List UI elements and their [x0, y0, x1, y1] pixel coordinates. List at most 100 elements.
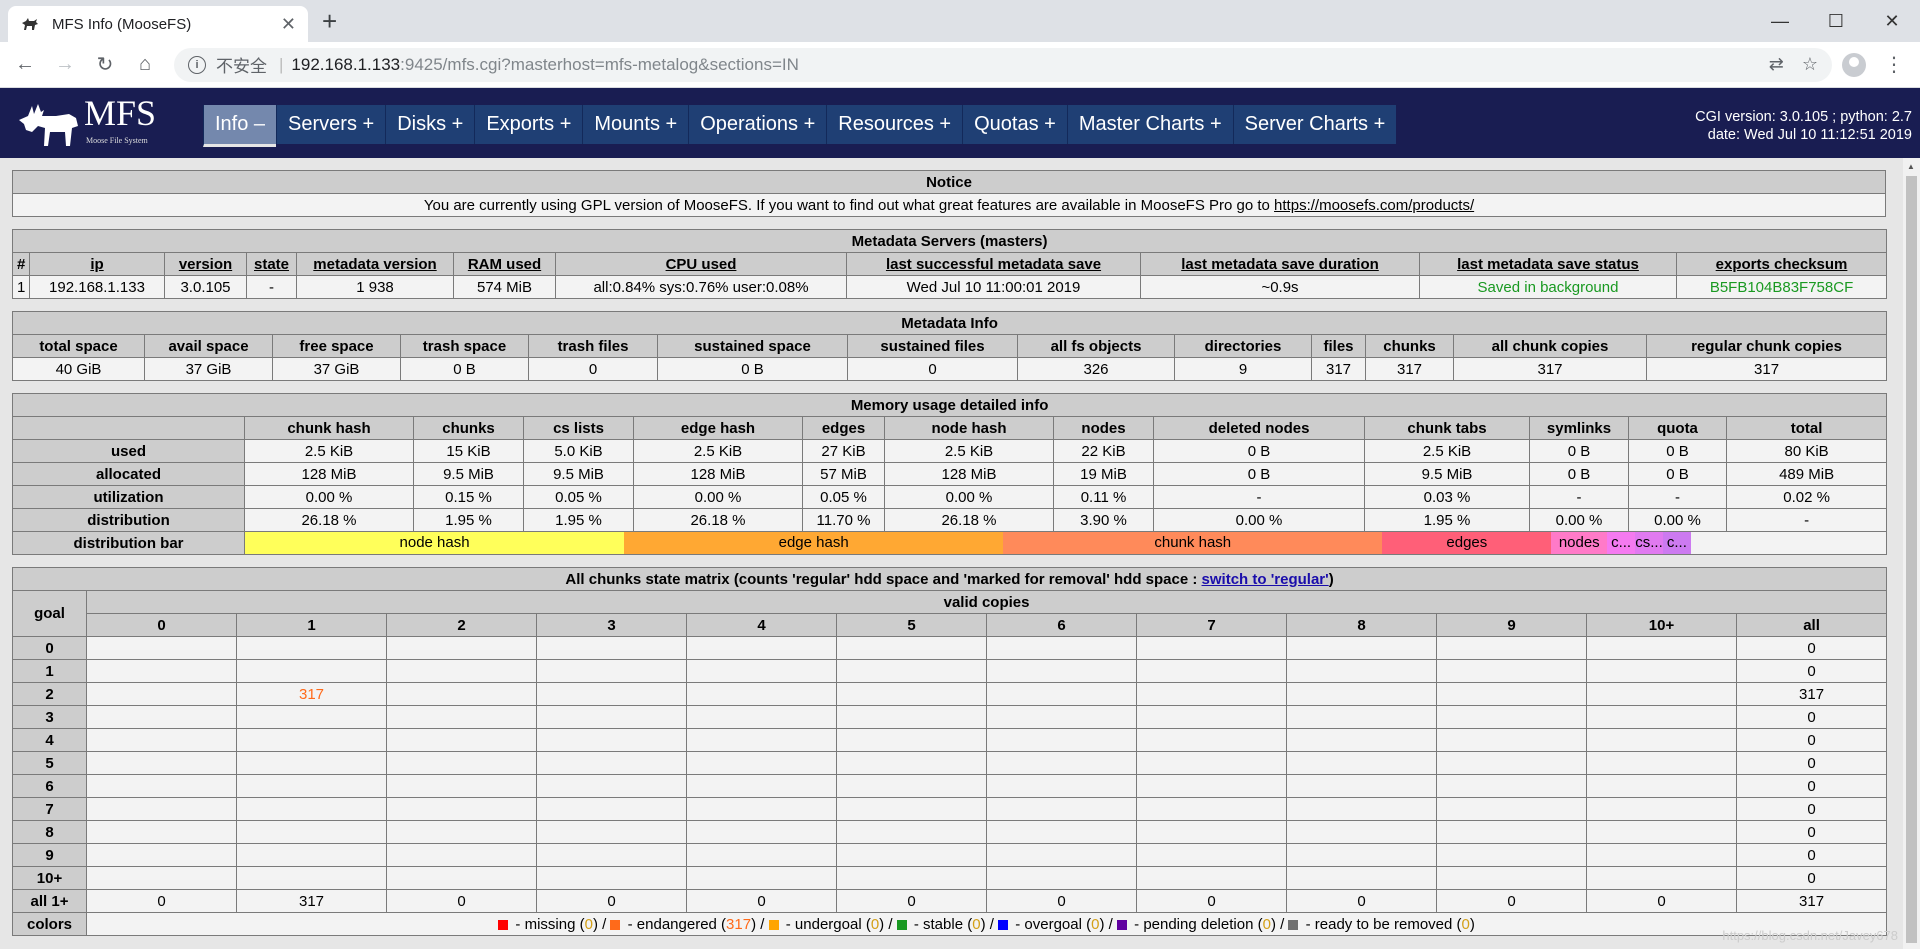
memory-cell: 2.5 KiB	[1364, 439, 1530, 463]
header-info: CGI version: 3.0.105 ; python: 2.7 date:…	[1695, 108, 1912, 144]
page-scrollbar[interactable]: ▲	[1903, 158, 1920, 949]
matrix-row: 10+ 0	[12, 866, 1888, 890]
masters-cell: Saved in background	[1419, 275, 1677, 299]
matrix-cell: 0	[1436, 889, 1587, 913]
masters-col-header[interactable]: last metadata save duration	[1140, 252, 1420, 276]
star-icon[interactable]: ☆	[1802, 54, 1818, 75]
masters-col-header[interactable]: last metadata save status	[1419, 252, 1677, 276]
memory-row: distribution 26.18 % 1.95 % 1.95 % 26.18 % 11…	[12, 508, 1888, 532]
matrix-cell	[1286, 705, 1437, 729]
matrix-cell	[386, 820, 537, 844]
menu-quotas[interactable]: Quotas +	[962, 105, 1067, 144]
masters-col-header[interactable]: ip	[29, 252, 165, 276]
switch-to-regular-link[interactable]: switch to 'regular'	[1202, 571, 1329, 588]
matrix-cell	[1436, 751, 1587, 775]
memory-cell: 2.5 KiB	[244, 439, 414, 463]
close-window-button[interactable]: ✕	[1864, 0, 1920, 42]
matrix-cell	[836, 774, 987, 798]
matrix-cell: 0	[1735, 866, 1888, 890]
memory-cell: 19 MiB	[1053, 462, 1154, 486]
reload-icon[interactable]: ↻	[88, 48, 122, 82]
matrix-cell: 0	[1735, 636, 1888, 660]
metadata-cell: 0	[528, 357, 658, 381]
matrix-cell	[986, 705, 1137, 729]
matrix-cell	[1436, 659, 1587, 683]
matrix-cell	[236, 636, 387, 660]
products-link[interactable]: https://moosefs.com/products/	[1274, 197, 1474, 214]
menu-disks[interactable]: Disks +	[385, 105, 475, 144]
valid-copies-col: 1	[236, 613, 387, 637]
masters-col-header[interactable]: version	[164, 252, 247, 276]
memory-cell: 9.5 MiB	[523, 462, 634, 486]
memory-cell: -	[1529, 485, 1629, 509]
memory-cell: 0 B	[1628, 439, 1727, 463]
masters-col-header[interactable]: CPU used	[555, 252, 847, 276]
not-secure-label: 不安全	[216, 57, 267, 76]
distribution-segment: chunk hash	[1003, 532, 1383, 554]
matrix-cell: 0	[1286, 889, 1437, 913]
profile-button[interactable]	[1836, 48, 1872, 82]
metadata-cell: 317	[1311, 357, 1366, 381]
matrix-row: 60	[12, 774, 1888, 798]
url-separator: |	[279, 54, 284, 74]
matrix-cell	[1286, 797, 1437, 821]
masters-cell: 3.0.105	[164, 275, 247, 299]
menu-info[interactable]: Info –	[203, 105, 277, 147]
menu-exports[interactable]: Exports +	[474, 105, 583, 144]
metadata-cell: 326	[1017, 357, 1175, 381]
masters-col-header[interactable]: RAM used	[453, 252, 556, 276]
tab-close-icon[interactable]: ✕	[281, 14, 296, 35]
matrix-cell	[1286, 751, 1437, 775]
legend-count: 0	[1461, 915, 1470, 933]
masters-col-header[interactable]: state	[246, 252, 297, 276]
goal-label: 4	[12, 728, 87, 752]
valid-copies-col: 10+	[1586, 613, 1737, 637]
tab-title: MFS Info (MooseFS)	[52, 15, 192, 33]
server-date: date: Wed Jul 10 11:12:51 2019	[1707, 127, 1912, 143]
mfs-logo[interactable]: MFS Moose File System	[14, 94, 174, 152]
distribution-bar-cell: node hash edge hash chunk hash edges nodes c.…	[243, 531, 1888, 555]
info-icon[interactable]: i	[188, 55, 206, 74]
masters-cell: ~0.9s	[1140, 275, 1420, 299]
matrix-cell: 0	[686, 889, 837, 913]
home-icon[interactable]: ⌂	[128, 48, 162, 82]
memory-cell: 1.95 %	[1364, 508, 1530, 532]
memory-cell: 3.90 %	[1053, 508, 1154, 532]
metadata-col-header: sustained files	[847, 334, 1018, 358]
masters-cell: B5FB104B83F758CF	[1675, 275, 1888, 299]
matrix-cell	[836, 728, 987, 752]
browser-tab[interactable]: MFS Info (MooseFS) ✕	[8, 6, 308, 42]
address-bar[interactable]: i 不安全 | 192.168.1.133 :9425/mfs.cgi?mast…	[174, 47, 1832, 82]
translate-icon[interactable]: ⇄	[1769, 54, 1784, 75]
menu-master-charts[interactable]: Master Charts +	[1066, 105, 1233, 144]
matrix-cell	[686, 659, 837, 683]
maximize-button[interactable]: ☐	[1808, 0, 1864, 42]
legend-name: pending deletion	[1143, 915, 1254, 933]
masters-col-header[interactable]: metadata version	[296, 252, 454, 276]
memory-cell: 22 KiB	[1053, 439, 1154, 463]
moose-logo-icon	[19, 104, 78, 146]
avatar-icon	[1842, 52, 1866, 77]
scroll-thumb[interactable]	[1906, 176, 1917, 943]
masters-col-header[interactable]: last successful metadata save	[846, 252, 1141, 276]
distribution-bar-label: distribution bar	[12, 531, 245, 555]
menu-servers[interactable]: Servers +	[276, 105, 386, 144]
scroll-up-icon[interactable]: ▲	[1907, 162, 1915, 171]
new-tab-button[interactable]: +	[322, 6, 337, 36]
menu-operations[interactable]: Operations +	[688, 105, 827, 144]
memory-cell: -	[1725, 508, 1888, 532]
forward-icon[interactable]: →	[48, 48, 82, 82]
minimize-button[interactable]: —	[1752, 0, 1808, 42]
menu-mounts[interactable]: Mounts +	[582, 105, 689, 144]
matrix-cell	[686, 820, 837, 844]
matrix-cell	[836, 797, 987, 821]
mfs-header: MFS Moose File System Info – Servers + D…	[0, 88, 1920, 158]
matrix-cell	[1286, 866, 1437, 890]
valid-copies-header: valid copies	[85, 590, 1888, 614]
menu-server-charts[interactable]: Server Charts +	[1232, 105, 1397, 144]
goal-label: 3	[12, 705, 87, 729]
masters-col-header[interactable]: exports checksum	[1675, 252, 1888, 276]
menu-resources[interactable]: Resources +	[826, 105, 963, 144]
back-icon[interactable]: ←	[8, 48, 42, 82]
menu-kebab-icon[interactable]: ⋮	[1876, 48, 1912, 82]
